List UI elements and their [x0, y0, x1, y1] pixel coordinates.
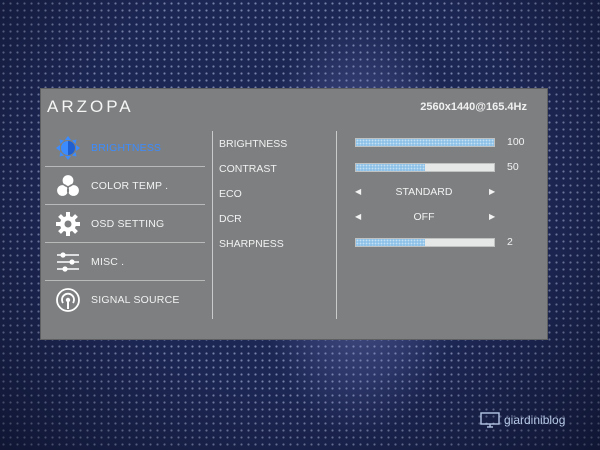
brightness-slider[interactable]	[355, 138, 495, 147]
eco-value: STANDARD	[395, 186, 453, 198]
color-temp-icon	[55, 173, 81, 199]
setting-label-eco[interactable]: ECO	[219, 187, 329, 212]
sidebar-item-label: OSD SETTING	[91, 217, 165, 230]
brand-logo: ARZOPA	[47, 97, 134, 116]
signal-icon	[55, 287, 81, 313]
brightness-value: 100	[507, 136, 525, 148]
watermark: giardiniblog	[480, 412, 565, 428]
sidebar-item-label: BRIGHTNESS	[91, 141, 162, 154]
dcr-value: OFF	[413, 211, 435, 223]
osd-header: ARZOPA 2560x1440@165.4Hz	[41, 89, 547, 125]
contrast-value: 50	[507, 161, 519, 173]
setting-labels: BRIGHTNESS CONTRAST ECO DCR SHARPNESS	[219, 137, 329, 262]
dcr-control: ◀ OFF ▶	[353, 211, 533, 237]
sharpness-value: 2	[507, 236, 513, 248]
watermark-text: giardiniblog	[504, 413, 566, 427]
brightness-slider-fill	[356, 139, 494, 146]
setting-label-dcr[interactable]: DCR	[219, 212, 329, 237]
osd-sidebar: BRIGHTNESS COLOR TEMP . OSD SETTING MISC…	[45, 129, 205, 318]
sharpness-slider[interactable]	[355, 238, 495, 247]
sharpness-slider-fill	[356, 239, 425, 246]
monitor-icon	[480, 412, 500, 428]
sharpness-control: 2	[353, 236, 533, 262]
sidebar-item-label: MISC .	[91, 255, 125, 268]
sidebar-item-signal-source[interactable]: SIGNAL SOURCE	[45, 281, 205, 318]
sidebar-item-osd-setting[interactable]: OSD SETTING	[45, 205, 205, 243]
sidebar-item-misc[interactable]: MISC .	[45, 243, 205, 281]
arrow-right-icon[interactable]: ▶	[489, 187, 495, 196]
sidebar-item-label: COLOR TEMP .	[91, 179, 169, 192]
gear-icon	[55, 211, 81, 237]
osd-menu-panel: ARZOPA 2560x1440@165.4Hz BRIGHTNESS COLO…	[40, 88, 548, 340]
arrow-right-icon[interactable]: ▶	[489, 212, 495, 221]
contrast-slider-fill	[356, 164, 425, 171]
setting-label-contrast[interactable]: CONTRAST	[219, 162, 329, 187]
setting-values: 100 50 ◀ STANDARD ▶ ◀ OFF ▶ 2	[353, 136, 533, 262]
brightness-icon	[55, 135, 81, 161]
column-divider	[212, 131, 213, 319]
eco-control: ◀ STANDARD ▶	[353, 186, 533, 212]
setting-label-brightness[interactable]: BRIGHTNESS	[219, 137, 329, 162]
brightness-control: 100	[353, 136, 533, 162]
sliders-icon	[55, 249, 81, 275]
sidebar-item-label: SIGNAL SOURCE	[91, 293, 180, 306]
resolution-readout: 2560x1440@165.4Hz	[420, 101, 527, 113]
setting-label-sharpness[interactable]: SHARPNESS	[219, 237, 329, 262]
contrast-control: 50	[353, 161, 533, 187]
sidebar-item-brightness[interactable]: BRIGHTNESS	[45, 129, 205, 167]
sidebar-item-color-temp[interactable]: COLOR TEMP .	[45, 167, 205, 205]
column-divider	[336, 131, 337, 319]
contrast-slider[interactable]	[355, 163, 495, 172]
